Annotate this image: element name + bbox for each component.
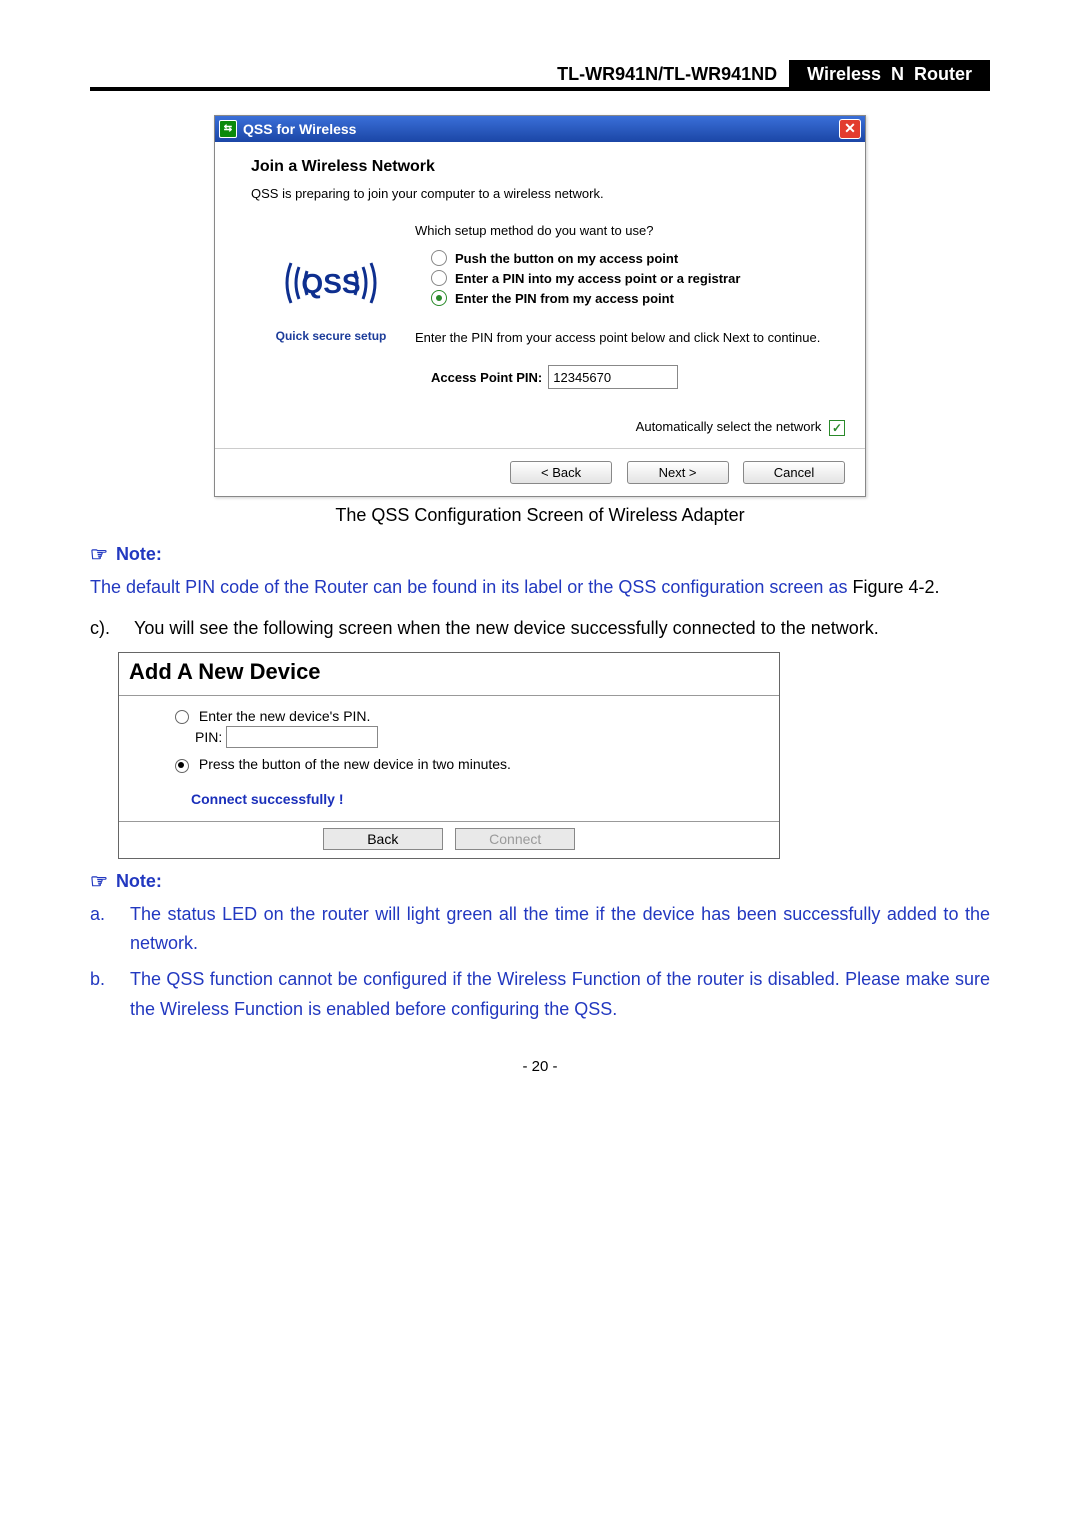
- auto-select-checkbox[interactable]: ✓: [829, 420, 845, 436]
- header-model: TL-WR941N/TL-WR941ND: [90, 60, 789, 87]
- note-heading-2: ☞ Note:: [90, 871, 990, 892]
- auto-select-label: Automatically select the network: [636, 419, 822, 434]
- option-enter-pin-label: Enter a PIN into my access point or a re…: [455, 271, 740, 286]
- dialog-subheading: QSS is preparing to join your computer t…: [251, 186, 845, 201]
- pin-row: Access Point PIN:: [431, 365, 845, 389]
- radio-selected-icon: [431, 290, 447, 306]
- panel-option-press-label: Press the button of the new device in tw…: [199, 756, 511, 772]
- connect-status: Connect successfully !: [175, 773, 769, 807]
- panel-option-press[interactable]: Press the button of the new device in tw…: [175, 756, 769, 772]
- radio-selected-icon: [175, 759, 189, 773]
- note1-blue: The default PIN code of the Router can b…: [90, 577, 852, 597]
- option-push[interactable]: Push the button on my access point: [431, 250, 845, 266]
- radio-icon: [175, 710, 189, 724]
- panel-option-pin[interactable]: Enter the new device's PIN.: [175, 708, 769, 724]
- panel-back-button[interactable]: Back: [323, 828, 443, 850]
- dialog-title: QSS for Wireless: [243, 121, 839, 137]
- panel-option-pin-label: Enter the new device's PIN.: [199, 708, 371, 724]
- radio-icon: [431, 270, 447, 286]
- dialog-left-column: QSS Quick secure setup: [251, 223, 411, 436]
- pin-instruction: Enter the PIN from your access point bel…: [415, 330, 845, 345]
- add-device-panel: Add A New Device Enter the new device's …: [118, 652, 780, 859]
- figure-caption: The QSS Configuration Screen of Wireless…: [90, 505, 990, 526]
- panel-pin-label: PIN:: [195, 729, 222, 745]
- note2-b-text: The QSS function cannot be configured if…: [130, 965, 990, 1024]
- qss-app-icon: [219, 120, 237, 138]
- qss-logo-icon: QSS: [271, 243, 391, 323]
- note-label-2: Note:: [116, 871, 162, 892]
- auto-select-row: Automatically select the network ✓: [415, 419, 845, 436]
- access-point-pin-input[interactable]: [548, 365, 678, 389]
- note1-text: The default PIN code of the Router can b…: [90, 573, 990, 603]
- note2-a: a. The status LED on the router will lig…: [90, 900, 990, 959]
- option-from-ap-label: Enter the PIN from my access point: [455, 291, 674, 306]
- page: TL-WR941N/TL-WR941ND Wireless N Router Q…: [0, 0, 1080, 1115]
- note-label: Note:: [116, 544, 162, 565]
- dialog-heading: Join a Wireless Network: [251, 158, 845, 176]
- dialog-body: Join a Wireless Network QSS is preparing…: [215, 142, 865, 448]
- svg-text:QSS: QSS: [301, 268, 360, 299]
- option-from-ap[interactable]: Enter the PIN from my access point: [431, 290, 845, 306]
- qss-logo-caption: Quick secure setup: [251, 329, 411, 343]
- panel-title: Add A New Device: [119, 653, 779, 695]
- pointing-hand-icon: ☞: [90, 873, 108, 891]
- note2-b-marker: b.: [90, 965, 130, 1024]
- dialog-titlebar: QSS for Wireless ✕: [215, 116, 865, 142]
- step-c: c). You will see the following screen wh…: [90, 614, 990, 644]
- setup-question: Which setup method do you want to use?: [415, 223, 845, 238]
- dialog-footer: < Back Next > Cancel: [215, 448, 865, 496]
- panel-pin-row: PIN:: [195, 726, 769, 748]
- dialog-right-column: Which setup method do you want to use? P…: [411, 223, 845, 436]
- panel-footer: Back Connect: [119, 822, 779, 858]
- header-product: Wireless N Router: [789, 60, 990, 87]
- radio-icon: [431, 250, 447, 266]
- note2-b: b. The QSS function cannot be configured…: [90, 965, 990, 1024]
- page-number: - 20 -: [90, 1058, 990, 1075]
- note2-a-marker: a.: [90, 900, 130, 959]
- next-button[interactable]: Next >: [627, 461, 729, 484]
- pointing-hand-icon: ☞: [90, 546, 108, 564]
- back-button[interactable]: < Back: [510, 461, 612, 484]
- qss-dialog: QSS for Wireless ✕ Join a Wireless Netwo…: [214, 115, 866, 497]
- step-c-text: You will see the following screen when t…: [134, 614, 990, 644]
- step-c-marker: c).: [90, 614, 134, 644]
- close-button[interactable]: ✕: [839, 119, 861, 139]
- pin-label: Access Point PIN:: [431, 370, 542, 385]
- option-enter-pin[interactable]: Enter a PIN into my access point or a re…: [431, 270, 845, 286]
- header-bar: TL-WR941N/TL-WR941ND Wireless N Router: [90, 60, 990, 91]
- panel-body: Enter the new device's PIN. PIN: Press t…: [119, 695, 779, 822]
- note1-black: Figure 4-2.: [852, 577, 939, 597]
- device-pin-input[interactable]: [226, 726, 378, 748]
- cancel-button[interactable]: Cancel: [743, 461, 845, 484]
- option-push-label: Push the button on my access point: [455, 251, 678, 266]
- panel-connect-button[interactable]: Connect: [455, 828, 575, 850]
- note-heading: ☞ Note:: [90, 544, 990, 565]
- note2-a-text: The status LED on the router will light …: [130, 900, 990, 959]
